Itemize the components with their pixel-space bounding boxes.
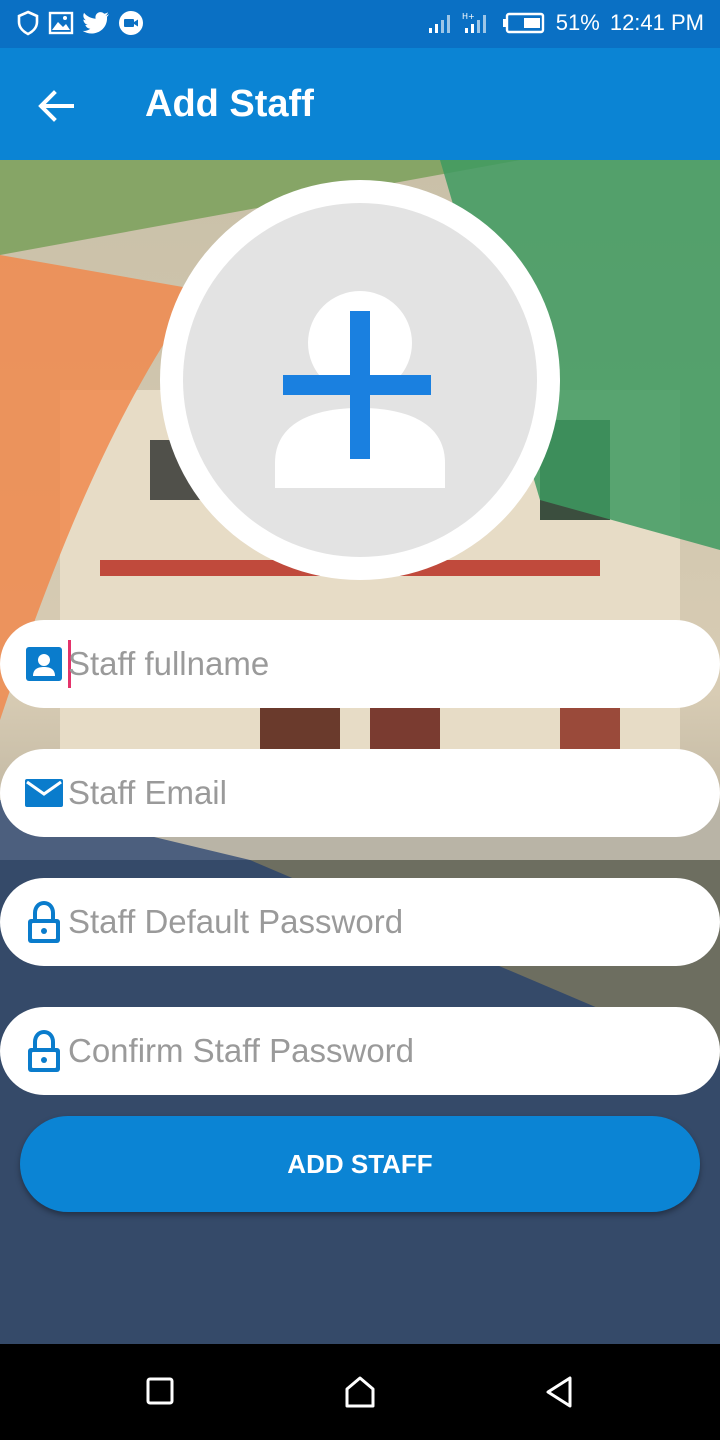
clock: 12:41 PM <box>609 10 704 35</box>
battery-icon <box>502 12 544 34</box>
twitter-icon <box>82 12 109 34</box>
signal-ht-icon: H+ <box>462 12 486 33</box>
recents-icon[interactable] <box>146 1374 174 1410</box>
notification-icons <box>16 10 144 36</box>
password-field[interactable]: Staff Default Password <box>0 878 720 966</box>
lock-icon <box>28 1029 60 1072</box>
status-bar: H+ 51% 12:41 PM <box>0 0 720 48</box>
home-icon[interactable] <box>344 1374 376 1410</box>
fullname-field[interactable]: Staff fullname <box>0 620 720 708</box>
contact-card-icon <box>26 647 62 681</box>
confirm-password-input[interactable]: Confirm Staff Password <box>68 1031 414 1071</box>
avatar <box>183 203 537 557</box>
status-right: H+ 51% 12:41 PM <box>428 10 704 36</box>
add-person-icon <box>275 291 445 488</box>
signal-icon <box>428 15 450 33</box>
arrow-left-icon[interactable] <box>32 82 80 130</box>
image-icon <box>48 11 74 35</box>
avatar-picker[interactable] <box>160 180 560 580</box>
add-staff-button[interactable]: ADD STAFF <box>20 1116 700 1212</box>
svg-text:H+: H+ <box>462 12 475 21</box>
email-field[interactable]: Staff Email <box>0 749 720 837</box>
password-input[interactable]: Staff Default Password <box>68 902 403 942</box>
back-icon[interactable] <box>544 1374 574 1410</box>
shield-icon <box>17 10 39 36</box>
confirm-password-field[interactable]: Confirm Staff Password <box>0 1007 720 1095</box>
lock-icon <box>28 900 60 943</box>
system-nav-bar <box>0 1344 720 1440</box>
video-icon <box>119 11 143 35</box>
battery-percent: 51% <box>555 10 600 35</box>
mail-icon <box>25 779 63 807</box>
email-input[interactable]: Staff Email <box>68 773 227 813</box>
fullname-input[interactable]: Staff fullname <box>68 644 269 684</box>
page-title: Add Staff <box>145 83 314 125</box>
app-bar: Add Staff <box>0 48 720 160</box>
form-area: Staff fullname Staff Email Staff Default… <box>0 160 720 1344</box>
